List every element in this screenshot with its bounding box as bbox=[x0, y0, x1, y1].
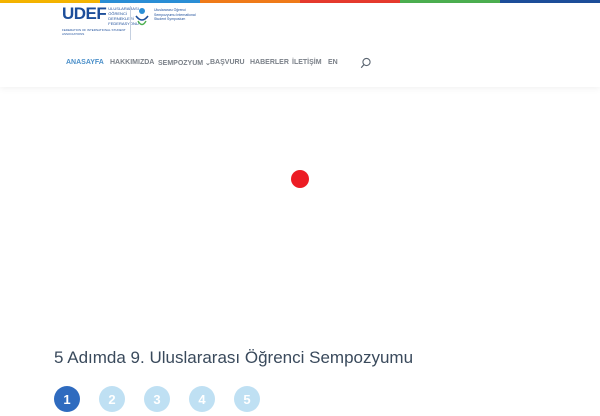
nav-item-iletisim[interactable]: İLETİŞİM bbox=[292, 59, 322, 66]
udef-footer-text: FEDERATION OF INTERNATIONAL STUDENT ASSO… bbox=[62, 28, 126, 36]
nav-item-anasayfa[interactable]: ANASAYFA bbox=[66, 59, 104, 66]
nav-item-sempozyum[interactable]: SEMPOZYUM ⌄ bbox=[158, 59, 211, 67]
udef-wordmark: UDEF bbox=[62, 4, 107, 23]
step-4[interactable]: 4 bbox=[189, 386, 215, 412]
nav-item-language-en[interactable]: EN bbox=[328, 59, 338, 66]
section-heading: 5 Adımda 9. Uluslararası Öğrenci Sempozy… bbox=[54, 348, 414, 367]
nav-item-basvuru[interactable]: BAŞVURU bbox=[210, 59, 245, 66]
step-3[interactable]: 3 bbox=[144, 386, 170, 412]
logo-divider bbox=[130, 6, 131, 40]
nav-item-haberler[interactable]: HABERLER bbox=[250, 59, 289, 66]
step-5[interactable]: 5 bbox=[234, 386, 260, 412]
symposium-title: Uluslararası Öğrenci Sempozyumu Internat… bbox=[154, 8, 196, 21]
search-icon bbox=[360, 57, 371, 69]
site-logo[interactable]: UDEF ULUSLARARASI ÖĞRENCİ DERNEKLERİ FED… bbox=[62, 4, 198, 40]
loading-dot bbox=[291, 170, 309, 188]
step-2[interactable]: 2 bbox=[99, 386, 125, 412]
steps-nav: 1 2 3 4 5 bbox=[54, 386, 274, 416]
site-header: UDEF ULUSLARARASI ÖĞRENCİ DERNEKLERİ FED… bbox=[0, 3, 600, 87]
search-button[interactable] bbox=[360, 56, 372, 69]
step-1[interactable]: 1 bbox=[54, 386, 80, 412]
nav-item-hakkimizda[interactable]: HAKKIMIZDA bbox=[110, 59, 154, 66]
symposium-emblem-icon bbox=[135, 8, 149, 26]
